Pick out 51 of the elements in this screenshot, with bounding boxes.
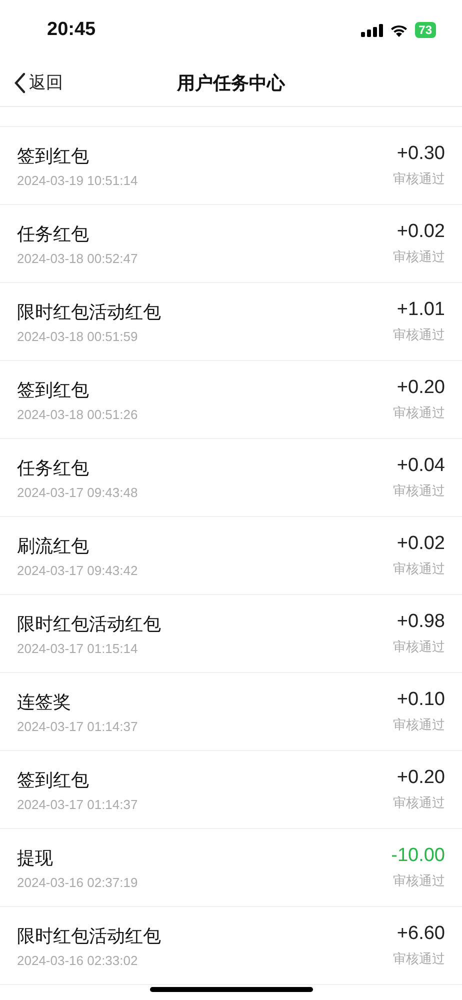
record-status: 审核通过 bbox=[393, 639, 445, 656]
record-time: 2024-03-17 01:14:37 bbox=[17, 796, 138, 812]
record-status: 审核通过 bbox=[393, 405, 445, 422]
record-status: 审核通过 bbox=[393, 171, 445, 188]
record-status: 审核通过 bbox=[393, 327, 445, 344]
record-time: 2024-03-16 02:33:02 bbox=[17, 952, 139, 968]
record-time: 2024-03-17 09:43:42 bbox=[17, 562, 138, 578]
record-amount: +0.30 bbox=[396, 143, 445, 165]
record-amount: -10.00 bbox=[391, 845, 445, 867]
record-title: 提现 bbox=[17, 846, 54, 870]
record-amount: +0.10 bbox=[396, 689, 445, 711]
record-status: 审核通过 bbox=[393, 483, 445, 500]
record-amount: +0.20 bbox=[396, 377, 445, 399]
record-status: 审核通过 bbox=[393, 873, 445, 890]
page-title: 用户任务中心 bbox=[177, 72, 285, 95]
record-time: 2024-03-18 00:51:26 bbox=[17, 406, 138, 422]
record-amount: +0.02 bbox=[396, 221, 445, 243]
record-status: 审核通过 bbox=[393, 795, 445, 812]
record-title: 任务红包 bbox=[17, 222, 90, 246]
status-time: 20:45 bbox=[47, 19, 96, 41]
record-status: 审核通过 bbox=[393, 951, 445, 968]
record-title: 刷流红包 bbox=[17, 534, 90, 558]
record-title: 任务红包 bbox=[17, 456, 90, 480]
record-title: 连签奖 bbox=[17, 690, 72, 714]
record-time: 2024-03-18 00:51:59 bbox=[17, 328, 139, 344]
record-amount: +6.60 bbox=[396, 923, 445, 945]
record-title: 签到红包 bbox=[17, 144, 90, 168]
record-title: 限时红包活动红包 bbox=[17, 612, 161, 636]
record-time: 2024-03-18 00:52:47 bbox=[17, 250, 138, 266]
record-status: 审核通过 bbox=[393, 249, 445, 266]
record-amount: +1.01 bbox=[396, 299, 445, 321]
record-title: 限时红包活动红包 bbox=[17, 924, 161, 948]
signal-icon bbox=[360, 24, 383, 36]
record-amount: +0.04 bbox=[396, 455, 445, 477]
record-title: 限时红包活动红包 bbox=[17, 300, 161, 324]
record-title: 签到红包 bbox=[17, 378, 90, 402]
record-time: 2024-03-17 01:14:37 bbox=[17, 718, 138, 734]
record-amount: +0.98 bbox=[396, 611, 445, 633]
record-amount: +0.02 bbox=[396, 533, 445, 555]
record-time: 2024-03-19 10:51:14 bbox=[17, 172, 138, 188]
chevron-left-icon bbox=[14, 72, 26, 94]
back-button[interactable]: 返回 bbox=[12, 69, 65, 96]
record-time: 2024-03-16 02:37:19 bbox=[17, 874, 138, 890]
record-amount: +0.20 bbox=[396, 767, 445, 789]
record-time: 2024-03-17 01:15:14 bbox=[17, 640, 139, 656]
record-status: 审核通过 bbox=[393, 561, 445, 578]
record-time: 2024-03-17 09:43:48 bbox=[17, 484, 138, 500]
wifi-icon bbox=[390, 24, 408, 36]
battery-indicator: 73 bbox=[414, 22, 436, 38]
record-title: 签到红包 bbox=[17, 768, 90, 792]
record-status: 审核通过 bbox=[393, 717, 445, 734]
